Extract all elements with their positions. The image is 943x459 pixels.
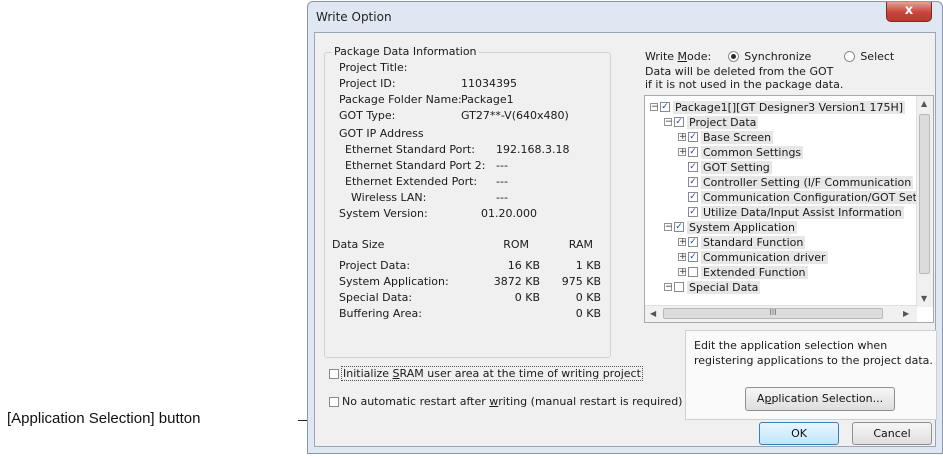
data-size-row-label: Project Data:	[339, 259, 411, 272]
unchecked-checkbox-icon[interactable]	[688, 267, 698, 277]
expand-icon[interactable]: +	[678, 253, 687, 262]
scroll-up-icon[interactable]: ▲	[921, 99, 927, 108]
eth-std-value: 192.168.3.18	[496, 143, 570, 156]
write-option-dialog: Write Option x Package Data Information …	[307, 1, 943, 454]
system-version-value: 01.20.000	[481, 207, 537, 220]
data-size-row-label: Special Data:	[339, 291, 413, 304]
eth-ext-value: ---	[496, 175, 508, 188]
close-button[interactable]: x	[886, 2, 932, 22]
wlan-label: Wireless LAN:	[351, 191, 427, 204]
tree-item[interactable]: + ✓ Common Settings	[678, 144, 804, 159]
ram-column-header: RAM	[568, 238, 593, 251]
collapse-icon[interactable]: −	[664, 118, 673, 127]
write-mode-label: Write Mode:	[645, 50, 712, 63]
tree-item[interactable]: + Extended Function	[678, 264, 808, 279]
collapse-icon[interactable]: −	[664, 283, 673, 292]
tree-item[interactable]: + ✓ Base Screen	[678, 129, 774, 144]
package-folder-value: Package1	[461, 93, 514, 106]
data-size-row-label: System Application:	[339, 275, 449, 288]
expand-icon[interactable]: +	[678, 133, 687, 142]
vertical-scroll-thumb[interactable]	[919, 114, 930, 274]
got-type-label: GOT Type:	[339, 109, 396, 122]
system-version-label: System Version:	[339, 207, 428, 220]
checked-checkbox-icon[interactable]: ✓	[688, 177, 698, 187]
eth-std2-label: Ethernet Standard Port 2:	[345, 159, 486, 172]
expand-icon[interactable]: +	[678, 268, 687, 277]
got-type-value: GT27**-V(640x480)	[461, 109, 569, 122]
radio-unselected-icon	[844, 51, 856, 62]
dialog-client-area: Package Data Information Project Title: …	[314, 32, 937, 447]
checked-checkbox-icon[interactable]: ✓	[688, 252, 698, 262]
data-size-row-ram: 0 KB	[575, 291, 601, 304]
expand-icon[interactable]: +	[678, 148, 687, 157]
initialize-sram-checkbox[interactable]: Initialize SRAM user area at the time of…	[329, 366, 643, 381]
tree-vertical-scrollbar[interactable]: ▲ ▼	[916, 96, 933, 307]
checked-checkbox-icon[interactable]: ✓	[688, 147, 698, 157]
collapse-icon[interactable]: −	[664, 223, 673, 232]
unchecked-checkbox-icon[interactable]	[329, 369, 339, 379]
scroll-left-icon[interactable]: ◀	[650, 309, 656, 318]
data-size-row-ram: 0 KB	[575, 307, 601, 320]
project-title-label: Project Title:	[339, 61, 408, 74]
tree-item[interactable]: − ✓ Package1[][GT Designer3 Version1 175H]	[650, 99, 906, 114]
no-auto-restart-checkbox[interactable]: No automatic restart after writing (manu…	[329, 395, 682, 408]
got-ip-label: GOT IP Address	[339, 127, 424, 140]
collapse-icon[interactable]: −	[650, 103, 659, 112]
project-id-value: 11034395	[461, 77, 517, 90]
project-id-label: Project ID:	[339, 77, 396, 90]
cancel-button[interactable]: Cancel	[852, 422, 932, 445]
checked-checkbox-icon[interactable]: ✓	[688, 237, 698, 247]
checked-checkbox-icon[interactable]: ✓	[688, 132, 698, 142]
checked-checkbox-icon[interactable]: ✓	[688, 207, 698, 217]
select-radio[interactable]: Select	[844, 50, 894, 63]
unchecked-checkbox-icon[interactable]	[674, 282, 684, 292]
tree-item[interactable]: ✓ GOT Setting	[688, 159, 772, 174]
unchecked-checkbox-icon[interactable]	[329, 397, 339, 407]
tree-item[interactable]: ✓ Controller Setting (I/F Communication	[688, 174, 914, 189]
tree-item[interactable]: ✓ Utilize Data/Input Assist Information	[688, 204, 904, 219]
data-size-row-ram: 975 KB	[561, 275, 601, 288]
checked-checkbox-icon[interactable]: ✓	[660, 102, 670, 112]
ok-button[interactable]: OK	[759, 422, 839, 445]
horizontal-scroll-thumb[interactable]: III	[663, 308, 883, 319]
tree-item[interactable]: − ✓ System Application	[664, 219, 797, 234]
eth-ext-label: Ethernet Extended Port:	[345, 175, 478, 188]
checked-checkbox-icon[interactable]: ✓	[674, 117, 684, 127]
data-size-row-ram: 1 KB	[575, 259, 601, 272]
rom-column-header: ROM	[503, 238, 529, 251]
tree-item[interactable]: ✓ Communication Configuration/GOT Set	[688, 189, 919, 204]
eth-std2-value: ---	[496, 159, 508, 172]
tree-horizontal-scrollbar[interactable]: ◀ III ▶	[645, 305, 917, 322]
scroll-right-icon[interactable]: ▶	[903, 309, 909, 318]
eth-std-label: Ethernet Standard Port:	[345, 143, 475, 156]
write-mode-note-line1: Data will be deleted from the GOT	[645, 65, 834, 78]
synchronize-radio[interactable]: Synchronize	[728, 50, 811, 63]
data-size-row-label: Buffering Area:	[339, 307, 422, 320]
tree-item[interactable]: + ✓ Communication driver	[678, 249, 828, 264]
tree-item[interactable]: + ✓ Standard Function	[678, 234, 806, 249]
application-selection-button[interactable]: Application Selection...	[745, 387, 895, 411]
wlan-value: ---	[496, 191, 508, 204]
expand-icon[interactable]: +	[678, 238, 687, 247]
package-folder-label: Package Folder Name:	[339, 93, 462, 106]
tree-item[interactable]: − ✓ Project Data	[664, 114, 759, 129]
package-tree-view[interactable]: − ✓ Package1[][GT Designer3 Version1 175H]…	[644, 95, 934, 323]
radio-selected-icon	[728, 51, 740, 62]
title-bar: Write Option x	[308, 2, 942, 32]
data-size-heading: Data Size	[332, 238, 385, 251]
checked-checkbox-icon[interactable]: ✓	[688, 162, 698, 172]
checked-checkbox-icon[interactable]: ✓	[674, 222, 684, 232]
application-help-text: Edit the application selection when regi…	[694, 339, 933, 367]
write-mode-note-line2: if it is not used in the package data.	[645, 78, 844, 91]
checked-checkbox-icon[interactable]: ✓	[688, 192, 698, 202]
scroll-down-icon[interactable]: ▼	[921, 294, 927, 303]
package-data-heading: Package Data Information	[332, 45, 479, 58]
dialog-title: Write Option	[316, 10, 392, 24]
write-mode-row: Write Mode: Synchronize Select	[645, 50, 894, 63]
callout-label: [Application Selection] button	[7, 410, 201, 427]
tree-item[interactable]: − Special Data	[664, 279, 761, 294]
